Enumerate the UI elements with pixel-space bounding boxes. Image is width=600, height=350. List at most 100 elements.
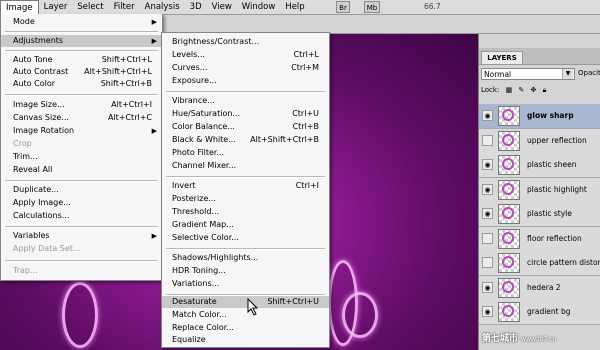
menu-item-photo-filter[interactable]: Photo Filter... [162, 147, 329, 159]
layer-thumbnail [498, 253, 520, 273]
layer-row[interactable]: ◉ plastic highlight [479, 177, 600, 203]
submenu-arrow-icon: ▶ [151, 232, 157, 240]
label: Auto Tone [13, 55, 53, 64]
menu-layer[interactable]: Layer [39, 0, 73, 14]
menu-item-variations[interactable]: Variations... [162, 278, 329, 290]
menu-item-auto-contrast[interactable]: Auto Contrast Alt+Shift+Ctrl+L [1, 66, 162, 78]
menu-item-reveal-all[interactable]: Reveal All [1, 164, 162, 176]
label: Levels... [172, 50, 205, 59]
layer-row[interactable]: circle pattern distort [479, 251, 600, 276]
eye-icon[interactable] [482, 134, 493, 146]
layer-name: circle pattern distort [527, 258, 600, 267]
menu-item-match-color[interactable]: Match Color... [162, 309, 329, 321]
menu-item-crop: Crop [1, 138, 162, 150]
eye-icon[interactable]: ◉ [482, 306, 493, 317]
shortcut: Alt+Ctrl+C [107, 113, 152, 122]
menu-item-levels[interactable]: Levels... Ctrl+L [162, 49, 329, 61]
menu-item-equalize[interactable]: Equalize [162, 334, 329, 346]
shortcut: Ctrl+I [295, 181, 319, 190]
menu-item-adjustments[interactable]: Adjustments ▶ [1, 35, 162, 47]
label: Channel Mixer... [172, 161, 237, 170]
separator [5, 180, 158, 182]
menu-item-replace-color[interactable]: Replace Color... [162, 322, 329, 334]
menu-image[interactable]: Image [0, 0, 39, 14]
menu-item-gradient-map[interactable]: Gradient Map... [162, 219, 329, 231]
menu-item-variables[interactable]: Variables ▶ [1, 230, 162, 242]
label: Mode [13, 17, 35, 26]
zoom-level[interactable]: 66.7 [424, 2, 441, 11]
layer-name: gradient bg [527, 307, 571, 316]
lock-image-icon[interactable]: ✎ [518, 86, 524, 94]
menu-item-hue-saturation[interactable]: Hue/Saturation... Ctrl+U [162, 108, 329, 120]
tab-layers[interactable]: LAYERS [481, 51, 523, 64]
lock-transparent-icon[interactable]: ▦ [506, 86, 513, 94]
menu-item-trim[interactable]: Trim... [1, 151, 162, 163]
eye-icon[interactable]: ◉ [482, 159, 493, 170]
menu-item-hdr-toning[interactable]: HDR Toning... [162, 265, 329, 277]
layer-row[interactable]: ◉ plastic sheen [479, 153, 600, 178]
menu-item-auto-color[interactable]: Auto Color Shift+Ctrl+B [1, 78, 162, 90]
menu-item-selective-color[interactable]: Selective Color... [162, 232, 329, 244]
menu-item-vibrance[interactable]: Vibrance... [162, 95, 329, 107]
menu-item-curves[interactable]: Curves... Ctrl+M [162, 62, 329, 74]
label: Color Balance... [172, 122, 235, 131]
menu-item-duplicate[interactable]: Duplicate... [1, 184, 162, 196]
eye-icon[interactable] [482, 232, 493, 244]
menu-item-exposure[interactable]: Exposure... [162, 75, 329, 87]
lock-label: Lock: [481, 86, 500, 94]
layer-thumbnail-art [502, 158, 514, 170]
menu-item-black-white[interactable]: Black & White... Alt+Shift+Ctrl+B [162, 134, 329, 146]
blend-mode-select[interactable]: Normal ▼ [481, 68, 575, 80]
bridge-button[interactable]: Br [336, 1, 350, 13]
menu-item-desaturate[interactable]: Desaturate Shift+Ctrl+U [162, 296, 329, 308]
eye-icon[interactable]: ◉ [482, 281, 493, 293]
menu-3d[interactable]: 3D [185, 0, 207, 14]
menu-analysis[interactable]: Analysis [140, 0, 185, 14]
mini-bridge-button[interactable]: Mb [364, 1, 380, 13]
layer-row[interactable]: upper reflection [479, 128, 600, 154]
lock-position-icon[interactable]: ✥ [531, 86, 537, 94]
menu-help[interactable]: Help [280, 0, 309, 14]
separator [5, 31, 158, 33]
label: Replace Color... [172, 323, 234, 332]
menu-item-posterize[interactable]: Posterize... [162, 193, 329, 205]
menu-item-color-balance[interactable]: Color Balance... Ctrl+B [162, 121, 329, 133]
menu-item-shadows-highlights[interactable]: Shadows/Highlights... [162, 252, 329, 264]
label: Exposure... [172, 76, 217, 85]
menu-window[interactable]: Window [237, 0, 281, 14]
menu-item-brightness-contrast[interactable]: Brightness/Contrast... [162, 36, 329, 48]
menu-item-invert[interactable]: Invert Ctrl+I [162, 180, 329, 192]
menu-item-calculations[interactable]: Calculations... [1, 210, 162, 222]
menu-view[interactable]: View [207, 0, 237, 14]
layer-thumbnail [498, 155, 520, 175]
shortcut: Ctrl+U [292, 109, 319, 118]
layer-row[interactable]: floor reflection [479, 226, 600, 252]
menu-item-canvas-size[interactable]: Canvas Size... Alt+Ctrl+C [1, 112, 162, 124]
eye-icon[interactable] [482, 257, 493, 268]
eye-icon[interactable]: ◉ [482, 183, 493, 195]
menu-item-apply-data-set: Apply Data Set... [1, 243, 162, 255]
menu-item-apply-image[interactable]: Apply Image... [1, 197, 162, 209]
lock-all-icon[interactable]: 🔒︎ [543, 86, 547, 95]
layer-row[interactable]: ◉ hedera 2 [479, 275, 600, 301]
shortcut: Shift+Ctrl+U [267, 297, 319, 306]
menu-item-channel-mixer[interactable]: Channel Mixer... [162, 160, 329, 172]
layer-name: upper reflection [527, 135, 587, 145]
separator [5, 94, 158, 96]
layer-row[interactable]: ◉ gradient bg [479, 300, 600, 325]
menu-item-image-rotation[interactable]: Image Rotation ▶ [1, 125, 162, 137]
eye-icon[interactable]: ◉ [482, 208, 493, 219]
menu-item-mode[interactable]: Mode ▶ [1, 16, 162, 28]
menu-item-image-size[interactable]: Image Size... Alt+Ctrl+I [1, 99, 162, 111]
menu-item-threshold[interactable]: Threshold... [162, 206, 329, 218]
layer-row[interactable]: ◉ plastic style [479, 202, 600, 227]
label: Auto Color [13, 79, 56, 88]
label: Canvas Size... [13, 113, 69, 122]
layer-row[interactable]: ◉ glow sharp [479, 104, 600, 129]
eye-icon[interactable]: ◉ [482, 110, 493, 121]
watermark-text: 第七城市 [482, 334, 519, 344]
menu-select[interactable]: Select [72, 0, 108, 14]
menu-filter[interactable]: Filter [109, 0, 140, 14]
label: Crop [13, 139, 32, 148]
menu-item-auto-tone[interactable]: Auto Tone Shift+Ctrl+L [1, 54, 162, 66]
